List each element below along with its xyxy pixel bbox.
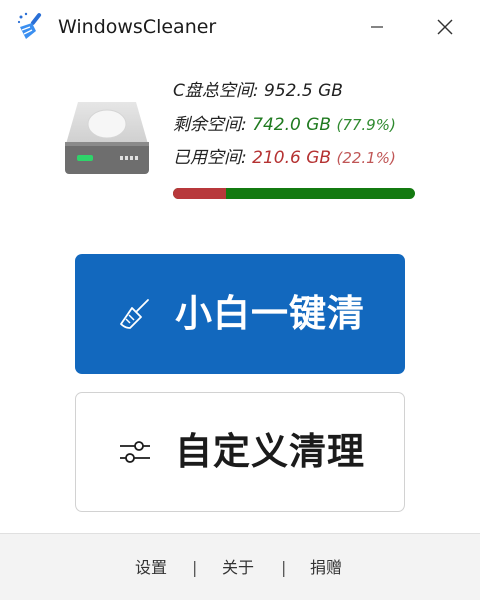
close-button[interactable] [414, 0, 476, 54]
free-percent: (77.9%) [336, 116, 396, 134]
disk-used: 已用空间: 210.6 GB (22.1%) [173, 147, 396, 169]
one-click-clean-button[interactable]: 小白一键清 [75, 254, 405, 374]
one-click-clean-label: 小白一键清 [175, 292, 365, 335]
custom-clean-button[interactable]: 自定义清理 [75, 392, 405, 512]
donate-link[interactable]: 捐赠 [310, 557, 342, 579]
free-value: 742.0 GB [252, 115, 332, 135]
used-percent: (22.1%) [336, 149, 396, 167]
free-label: 剩余空间: [173, 115, 253, 135]
broom-logo-icon [16, 11, 46, 41]
total-value: 952.5 GB [264, 81, 343, 101]
custom-clean-label: 自定义清理 [175, 430, 365, 473]
hard-drive-icon [64, 100, 150, 176]
disk-usage-used-fill [173, 188, 227, 199]
minimize-button[interactable] [346, 0, 408, 54]
app-title: WindowsCleaner [58, 16, 217, 38]
total-label: C盘总空间: [173, 81, 265, 101]
settings-link[interactable]: 设置 [135, 557, 167, 579]
disk-free: 剩余空间: 742.0 GB (77.9%) [173, 114, 396, 136]
footer: 设置 | 关于 | 捐赠 [0, 533, 480, 600]
about-link[interactable]: 关于 [222, 557, 254, 579]
minimize-icon [371, 26, 383, 28]
used-value: 210.6 GB [252, 148, 332, 168]
disk-usage-bar [173, 188, 415, 199]
disk-total: C盘总空间: 952.5 GB [173, 80, 343, 102]
used-label: 已用空间: [173, 148, 253, 168]
footer-separator: | [281, 558, 287, 577]
sliders-icon [115, 432, 155, 472]
close-icon [437, 19, 453, 35]
broom-icon [115, 294, 155, 334]
footer-separator: | [192, 558, 198, 577]
title-bar: WindowsCleaner [0, 0, 480, 54]
